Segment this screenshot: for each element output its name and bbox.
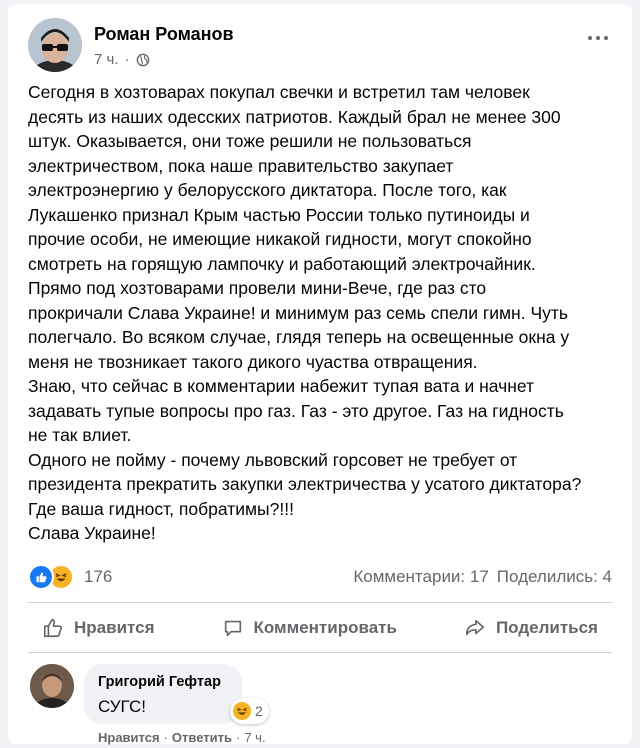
share-button[interactable]: Поделиться	[450, 617, 612, 639]
post-line: десять из наших одесских патриотов. Кажд…	[28, 106, 561, 127]
comments-count[interactable]: Комментарии: 17	[353, 567, 488, 587]
comment-text: СУГС!	[98, 697, 146, 716]
post-line: Одного не пойму - почему львовский горсо…	[28, 449, 518, 470]
post-line: прокричали Слава Украине! и минимум раз …	[28, 302, 568, 323]
like-label: Нравится	[74, 618, 155, 637]
reaction-count: 176	[84, 567, 113, 586]
comment-bubble: Григорий Гефтар СУГС!	[84, 664, 242, 724]
post-stats: Комментарии: 17 Поделились: 4	[353, 567, 612, 587]
post-text: Сегодня в хозтоварах покупал свечки и вс…	[28, 80, 624, 546]
post-line: Прямо под хозтоварами провели мини-Вече,…	[28, 278, 487, 298]
dot-separator: ·	[235, 730, 241, 745]
comment-actions: Нравится · Ответить · 7 ч.	[98, 730, 266, 745]
post-line: меня не твозникает такого дикого чуаства…	[28, 351, 478, 372]
comment-reactions[interactable]: 2	[230, 698, 269, 724]
post-line: президента прекратить закупки электричес…	[28, 474, 582, 494]
share-label: Поделиться	[495, 618, 598, 637]
post-line: смотреть на горящую лампочку и работающи…	[28, 253, 536, 274]
comment-like-link[interactable]: Нравится	[98, 730, 160, 745]
author-avatar[interactable]	[28, 18, 82, 72]
like-button[interactable]: Нравится	[28, 617, 169, 639]
post-line: Сегодня в хозтоварах покупал свечки и вс…	[28, 82, 530, 102]
post-line: Где ваша гидност, побратимы?!!!	[28, 498, 294, 519]
comment-icon	[224, 620, 241, 637]
post-line: штук. Оказывается, они тоже решили не по…	[28, 131, 472, 151]
thumbs-up-icon	[43, 618, 62, 638]
comment-time[interactable]: 7 ч.	[244, 730, 265, 745]
post-line: Слава Украине!	[28, 523, 156, 543]
post-line: полегчало. Во всяком случае, глядя тепер…	[28, 327, 570, 347]
meta-separator: ·	[124, 51, 130, 68]
post-line: прочие особи, не имеющие никакой гидност…	[28, 229, 532, 249]
post-meta: 7 ч. ·	[94, 51, 150, 68]
comment-reply-link[interactable]: Ответить	[172, 730, 232, 745]
post-line: электроэнергию у белорусского диктатора.…	[28, 180, 507, 200]
globe-icon	[136, 53, 149, 66]
comment-reaction-count: 2	[255, 703, 263, 719]
share-icon	[465, 619, 485, 636]
commenter-avatar[interactable]	[30, 664, 74, 708]
comment-button[interactable]: Комментировать	[208, 617, 411, 639]
shares-count[interactable]: Поделились: 4	[497, 567, 612, 587]
post-action-bar: Нравится Комментировать Поделиться	[28, 608, 612, 648]
more-options-icon[interactable]	[588, 32, 612, 44]
post-card: Роман Романов 7 ч. · Сегодня в хозтовара…	[8, 4, 632, 745]
post-line: Знаю, что сейчас в комментарии набежит т…	[28, 376, 535, 396]
haha-icon	[233, 702, 251, 720]
post-line: задавать тупые вопросы про газ. Газ - эт…	[28, 400, 564, 421]
like-icon	[28, 564, 54, 590]
post-line: электричеством, пока наше правительство …	[28, 155, 454, 176]
post-line: не так влиет.	[28, 425, 132, 445]
comment-label: Комментировать	[253, 618, 397, 637]
divider	[28, 652, 612, 653]
post-line: Лукашенко признал Крым частью России тол…	[28, 204, 530, 225]
post-author-name[interactable]: Роман Романов	[94, 24, 234, 45]
post-time[interactable]: 7 ч.	[94, 51, 119, 68]
reactions-summary[interactable]: 176	[28, 564, 112, 590]
divider	[28, 602, 612, 603]
dot-separator: ·	[163, 730, 168, 745]
comment-author[interactable]: Григорий Гефтар	[98, 674, 221, 690]
